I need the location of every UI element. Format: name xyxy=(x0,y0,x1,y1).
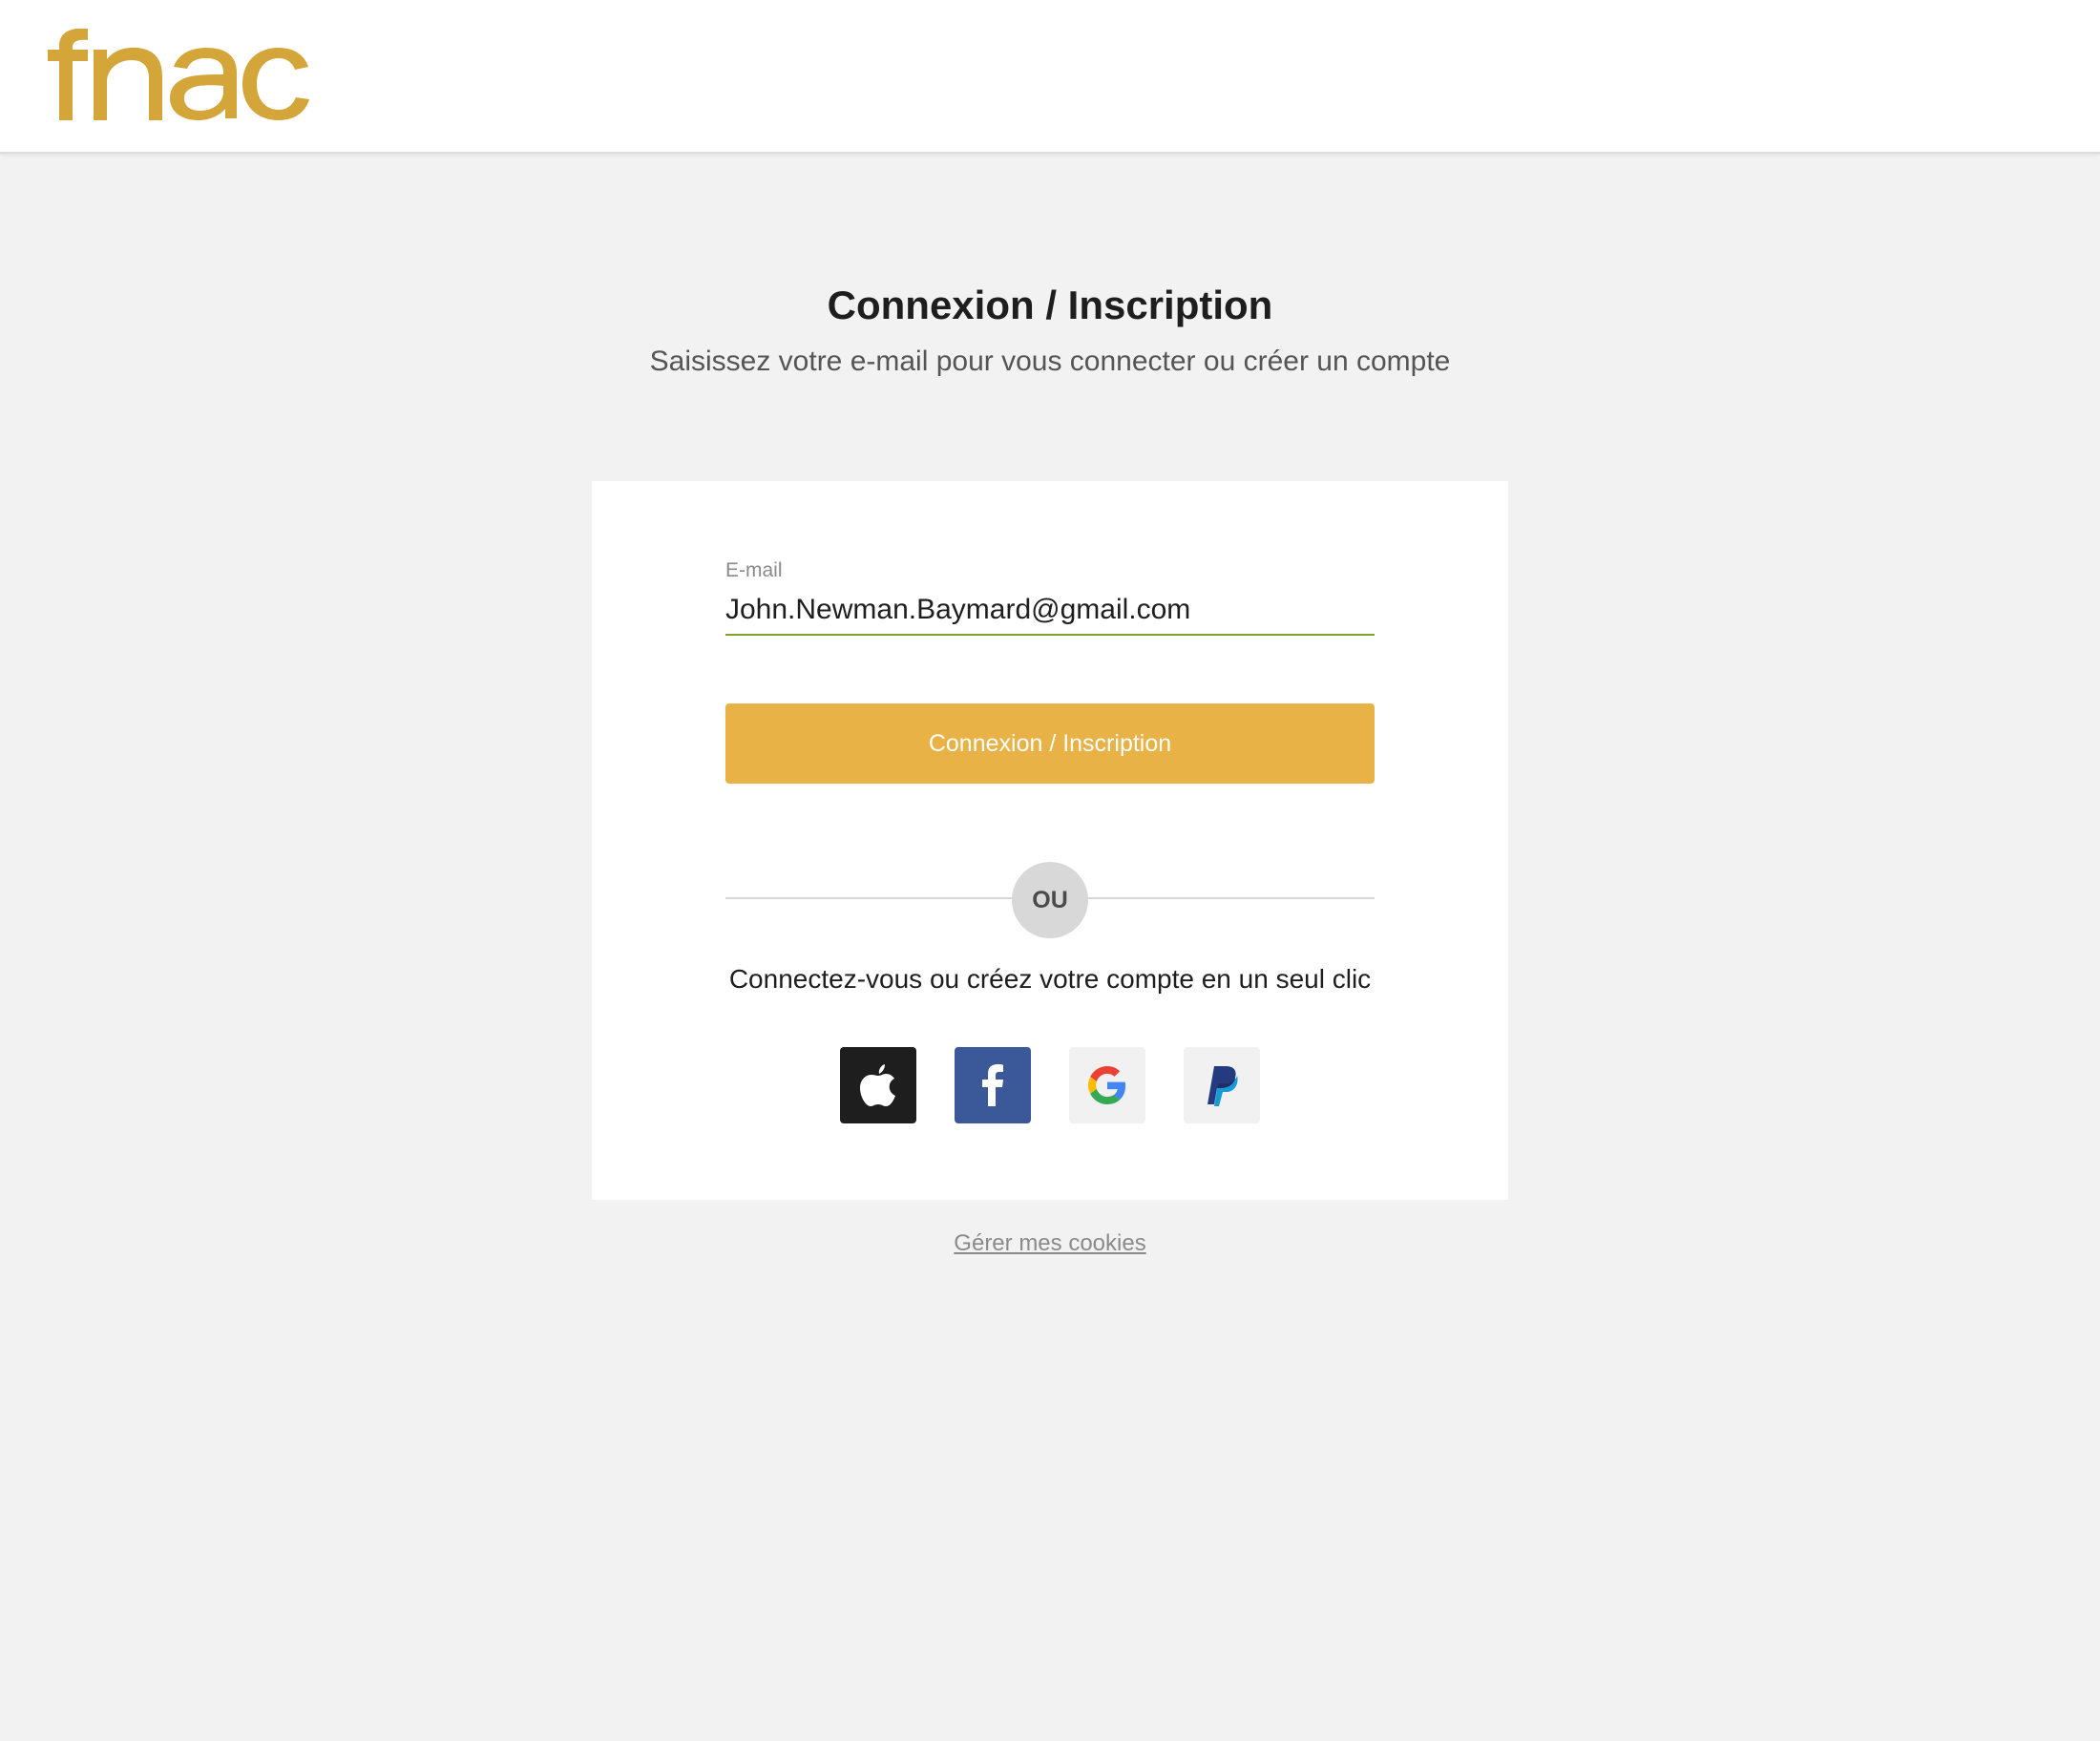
paypal-icon xyxy=(1208,1066,1238,1106)
facebook-icon xyxy=(982,1064,1003,1106)
email-label: E-mail xyxy=(725,559,783,581)
paypal-login-button[interactable] xyxy=(1184,1047,1260,1123)
fnac-logo[interactable] xyxy=(46,29,309,120)
social-login-buttons xyxy=(840,1047,1260,1123)
apple-login-button[interactable] xyxy=(840,1047,916,1123)
site-header xyxy=(0,0,2100,154)
page-subtitle: Saisissez votre e-mail pour vous connect… xyxy=(649,346,1451,377)
page-title: Connexion / Inscription xyxy=(827,283,1273,327)
facebook-login-button[interactable] xyxy=(955,1047,1031,1123)
login-register-button[interactable]: Connexion / Inscription xyxy=(725,703,1375,784)
google-icon xyxy=(1088,1066,1126,1104)
login-card: E-mail Connexion / Inscription OU Connec… xyxy=(592,481,1508,1200)
manage-cookies-link[interactable]: Gérer mes cookies xyxy=(954,1230,1145,1256)
manage-cookies-link-container: Gérer mes cookies xyxy=(0,1230,2100,1257)
apple-icon xyxy=(860,1064,895,1106)
divider-or-badge: OU xyxy=(1012,862,1088,938)
google-login-button[interactable] xyxy=(1069,1047,1145,1123)
social-login-text: Connectez-vous ou créez votre compte en … xyxy=(728,964,1372,994)
email-field[interactable] xyxy=(725,586,1375,636)
